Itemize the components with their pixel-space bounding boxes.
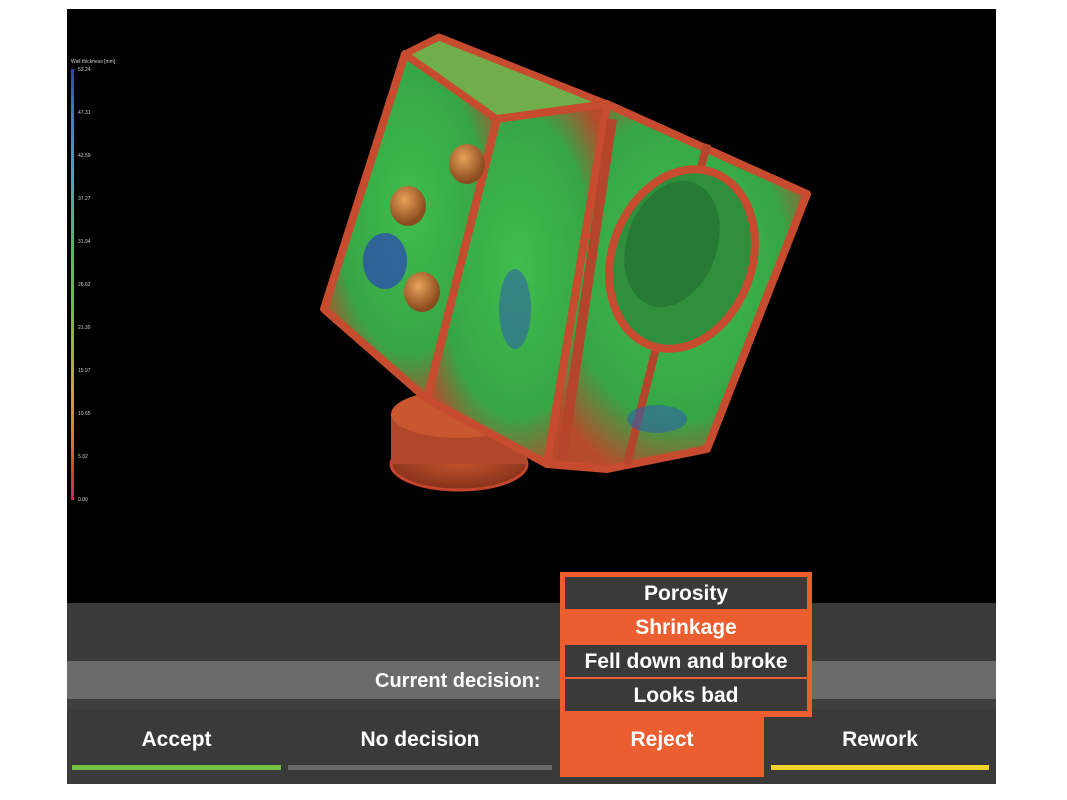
wall-thickness-3d-model[interactable]: [67, 9, 996, 603]
no-decision-button[interactable]: No decision: [288, 709, 552, 770]
accept-label: Accept: [141, 728, 212, 751]
color-scale-bar: [71, 69, 74, 500]
reason-porosity[interactable]: Porosity: [565, 577, 807, 609]
reject-button[interactable]: Reject: [560, 709, 764, 777]
legend-tick: 53.24: [78, 67, 91, 73]
reason-fell-down-and-broke[interactable]: Fell down and broke: [565, 645, 807, 677]
no-decision-indicator: [288, 765, 552, 770]
current-decision-label: Current decision:: [375, 670, 541, 692]
inspection-app: Wall thickness [mm] 53.24 47.31 42.59 37…: [67, 9, 996, 784]
reject-reasons-menu: Porosity Shrinkage Fell down and broke L…: [560, 572, 812, 717]
legend-title: Wall thickness [mm]: [71, 59, 116, 65]
legend-tick: 15.97: [78, 368, 91, 374]
legend-tick: 26.62: [78, 282, 91, 288]
legend-tick: 5.32: [78, 454, 88, 460]
legend-tick: 21.30: [78, 325, 91, 331]
rework-button[interactable]: Rework: [771, 709, 989, 770]
legend-tick: 42.59: [78, 153, 91, 159]
accept-button[interactable]: Accept: [72, 709, 281, 770]
legend-tick: 47.31: [78, 110, 91, 116]
panel-spacer: [67, 603, 996, 661]
reason-shrinkage[interactable]: Shrinkage: [565, 611, 807, 643]
accept-indicator: [72, 765, 281, 770]
decision-buttons: Accept No decision Reject Rework: [67, 709, 996, 784]
legend-tick: 31.94: [78, 239, 91, 245]
divider: [67, 699, 996, 709]
color-scale-legend: Wall thickness [mm] 53.24 47.31 42.59 37…: [71, 59, 131, 509]
reason-looks-bad[interactable]: Looks bad: [565, 679, 807, 711]
current-decision-bar: Current decision:: [67, 661, 996, 699]
3d-viewport[interactable]: Wall thickness [mm] 53.24 47.31 42.59 37…: [67, 9, 996, 603]
legend-tick: 0.00: [78, 497, 88, 503]
rework-indicator: [771, 765, 989, 770]
no-decision-label: No decision: [360, 728, 480, 751]
legend-tick: 37.27: [78, 196, 91, 202]
reject-label: Reject: [630, 728, 694, 751]
rework-label: Rework: [842, 728, 918, 751]
legend-tick: 10.65: [78, 411, 91, 417]
